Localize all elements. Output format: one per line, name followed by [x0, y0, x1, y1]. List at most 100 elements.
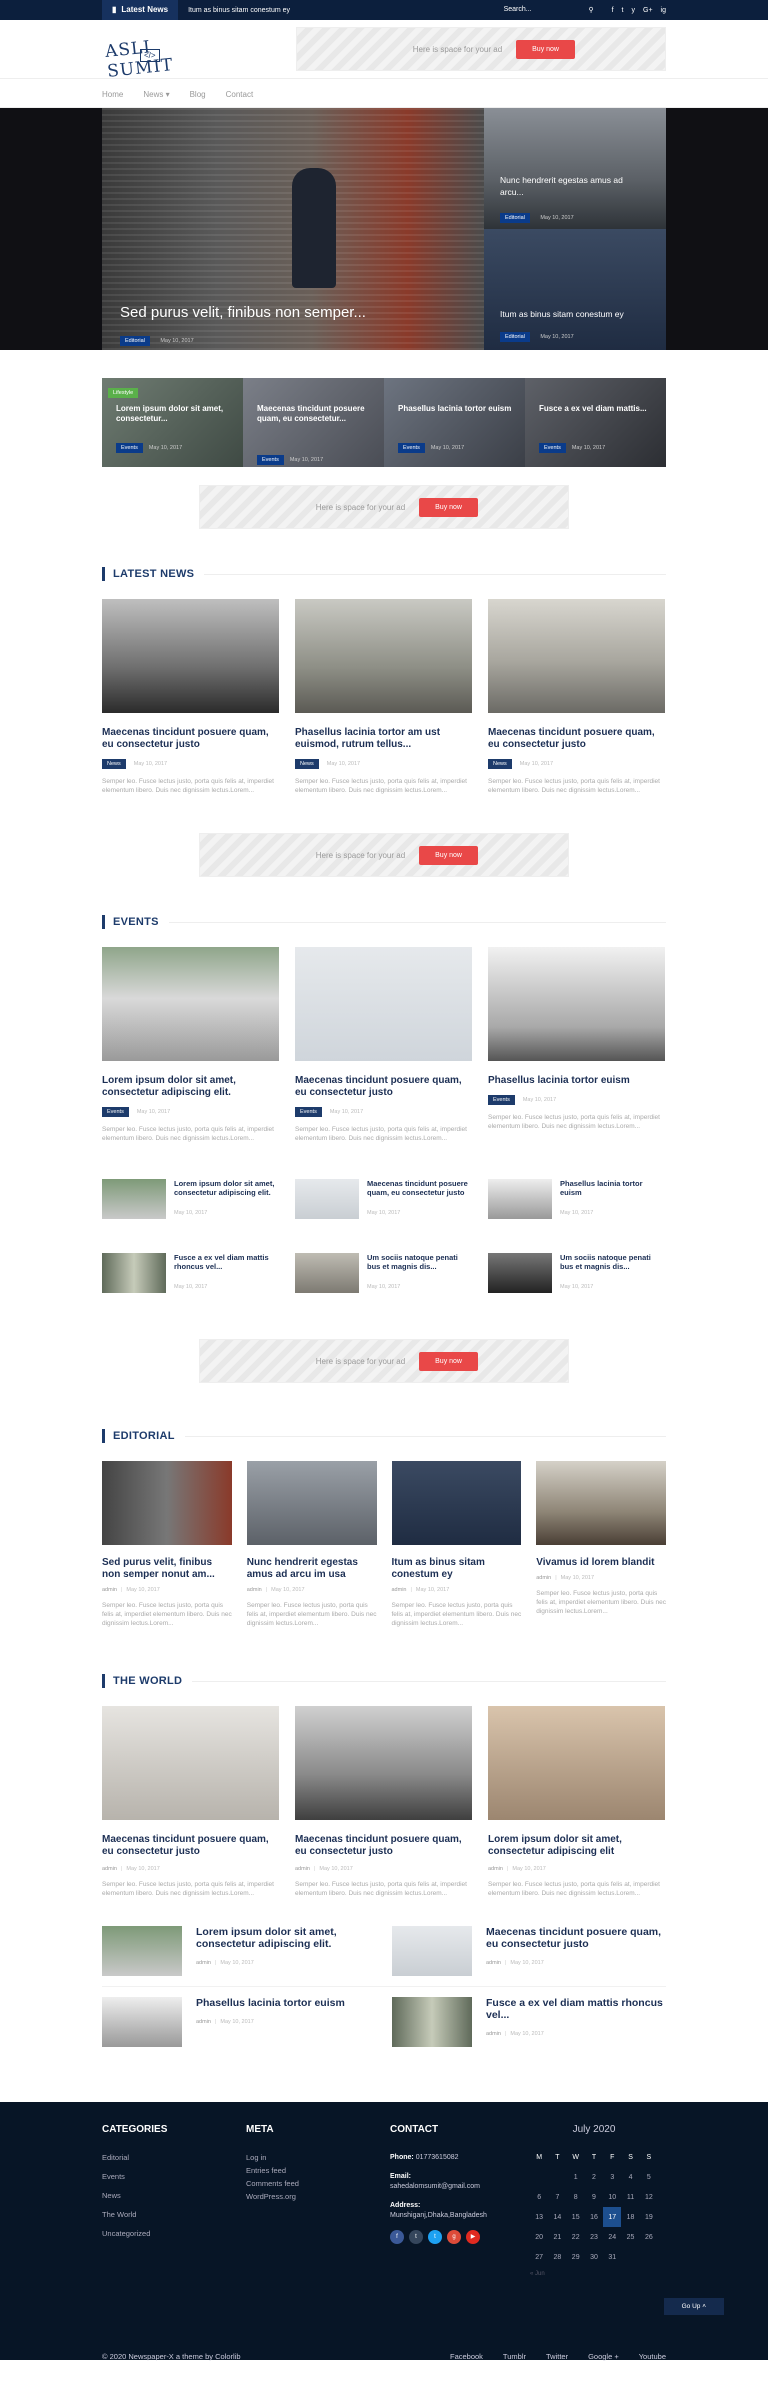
google-plus-icon[interactable]: g — [447, 2230, 461, 2244]
category-badge[interactable]: Editorial — [500, 332, 530, 342]
world-list-item[interactable]: Phasellus lacinia tortor euism admin | May … — [102, 1997, 376, 2047]
post-title[interactable]: Maecenas tincidunt posuere quam, eu cons… — [295, 1075, 472, 1099]
tumblr-link[interactable]: Tumblr — [503, 2352, 526, 2361]
world-list-item[interactable]: Fusce a ex vel diam mattis rhoncus vel..… — [392, 1997, 666, 2047]
category-badge[interactable]: Editorial — [120, 336, 150, 346]
search-icon[interactable]: ⚲ — [588, 6, 593, 14]
post-title[interactable]: Maecenas tincidunt posuere quam, eu cons… — [102, 727, 279, 751]
category-badge[interactable]: News — [295, 759, 319, 769]
post-thumbnail[interactable] — [102, 1926, 182, 1976]
post-title[interactable]: Sed purus velit, finibus non semper nonu… — [102, 1557, 232, 1581]
twitter-link[interactable]: Twitter — [546, 2352, 568, 2361]
post-image[interactable] — [536, 1461, 666, 1545]
category-badge[interactable]: Editorial — [500, 213, 530, 223]
post-thumbnail[interactable] — [102, 1253, 166, 1293]
world-card[interactable]: Maecenas tincidunt posuere quam, eu cons… — [102, 1706, 279, 1898]
category-link[interactable]: Editorial — [102, 2153, 246, 2162]
world-list-item[interactable]: Lorem ipsum dolor sit amet, consectetur … — [102, 1926, 376, 1976]
post-title[interactable]: Nunc hendrerit egestas amus ad arcu im u… — [247, 1557, 377, 1581]
post-thumbnail[interactable] — [392, 1997, 472, 2047]
small-post[interactable]: Um sociis natoque penati bus et magnis d… — [295, 1253, 472, 1293]
header-ad-banner[interactable]: Here is space for your ad Buy now — [296, 27, 666, 71]
post-image[interactable] — [295, 599, 472, 713]
post-title[interactable]: Lorem ipsum dolor sit amet, consectetur … — [102, 1075, 279, 1099]
google-plus-icon[interactable]: G+ — [643, 7, 653, 14]
post-image[interactable] — [488, 1706, 665, 1820]
meta-link[interactable]: Log in — [246, 2153, 390, 2162]
hero-side-post[interactable]: Nunc hendrerit egestas amus ad arcu... E… — [484, 108, 666, 229]
search-input[interactable]: Search... — [504, 6, 532, 14]
buy-now-button[interactable]: Buy now — [516, 39, 575, 59]
buy-now-button[interactable]: Buy now — [419, 497, 478, 517]
news-ticker[interactable]: Itum as binus sitam conestum ey — [188, 7, 504, 14]
strip-post[interactable]: Fusce a ex vel diam mattis... Events May … — [525, 378, 666, 467]
category-badge[interactable]: News — [488, 759, 512, 769]
event-card[interactable]: Phasellus lacinia tortor euism Events May… — [488, 947, 665, 1143]
post-title[interactable]: Maecenas tincidunt posuere quam, eu cons… — [295, 1834, 472, 1858]
post-thumbnail[interactable] — [488, 1253, 552, 1293]
post-title[interactable]: Maecenas tincidunt posuere quam, eu cons… — [102, 1834, 279, 1858]
category-badge[interactable]: Lifestyle — [108, 388, 139, 398]
phone-number[interactable]: 01773615082 — [416, 2154, 459, 2161]
facebook-link[interactable]: Facebook — [450, 2352, 483, 2361]
facebook-icon[interactable]: f — [390, 2230, 404, 2244]
post-image[interactable] — [102, 1706, 279, 1820]
post-thumbnail[interactable] — [295, 1253, 359, 1293]
nav-news[interactable]: News ▾ — [143, 90, 169, 99]
calendar-prev-link[interactable]: « Jun — [530, 2271, 658, 2277]
small-post[interactable]: Fusce a ex vel diam mattis rhoncus vel..… — [102, 1253, 279, 1293]
ad-banner[interactable]: Here is space for your ad Buy now — [199, 1339, 569, 1383]
buy-now-button[interactable]: Buy now — [419, 1351, 478, 1371]
post-thumbnail[interactable] — [102, 1179, 166, 1219]
meta-link[interactable]: Comments feed — [246, 2179, 390, 2188]
world-card[interactable]: Maecenas tincidunt posuere quam, eu cons… — [295, 1706, 472, 1898]
post-thumbnail[interactable] — [102, 1997, 182, 2047]
google-plus-link[interactable]: Google + — [588, 2352, 619, 2361]
world-card[interactable]: Lorem ipsum dolor sit amet, consectetur … — [488, 1706, 665, 1898]
small-post[interactable]: Lorem ipsum dolor sit amet, consectetur … — [102, 1179, 279, 1219]
category-link[interactable]: The World — [102, 2210, 246, 2219]
post-title[interactable]: Phasellus lacinia tortor am ust euismod,… — [295, 727, 472, 751]
post-image[interactable] — [295, 947, 472, 1061]
editorial-card[interactable]: Vivamus id lorem blandit admin | May 10, 2… — [536, 1461, 666, 1628]
post-image[interactable] — [488, 947, 665, 1061]
editorial-card[interactable]: Nunc hendrerit egestas amus ad arcu im u… — [246, 1461, 377, 1628]
post-title[interactable]: Lorem ipsum dolor sit amet, consectetur … — [488, 1834, 665, 1858]
news-card[interactable]: Maecenas tincidunt posuere quam, eu cons… — [102, 599, 279, 795]
post-title[interactable]: Phasellus lacinia tortor euism — [488, 1075, 665, 1087]
tumblr-icon[interactable]: t — [409, 2230, 423, 2244]
category-badge[interactable]: Events — [295, 1107, 322, 1117]
category-badge[interactable]: News — [102, 759, 126, 769]
post-image[interactable] — [102, 947, 279, 1061]
post-image[interactable] — [102, 1461, 232, 1545]
facebook-icon[interactable]: f — [612, 7, 614, 14]
post-image[interactable] — [102, 599, 279, 713]
nav-contact[interactable]: Contact — [226, 90, 254, 99]
hero-main-post[interactable]: Sed purus velit, finibus non semper... E… — [102, 108, 484, 350]
small-post[interactable]: Phasellus lacinia tortor euism May 10, 20… — [488, 1179, 665, 1219]
strip-post[interactable]: Lifestyle Lorem ipsum dolor sit amet, co… — [102, 378, 243, 467]
post-image[interactable] — [295, 1706, 472, 1820]
meta-link[interactable]: WordPress.org — [246, 2192, 390, 2201]
meta-link[interactable]: Entries feed — [246, 2166, 390, 2175]
calendar-today[interactable]: 17 — [603, 2207, 622, 2227]
post-title[interactable]: Maecenas tincidunt posuere quam, eu cons… — [488, 727, 665, 751]
hero-side-post[interactable]: Itum as binus sitam conestum ey Editoria… — [484, 229, 666, 350]
nav-home[interactable]: Home — [102, 90, 123, 99]
editorial-card[interactable]: Sed purus velit, finibus non semper nonu… — [102, 1461, 232, 1628]
tumblr-icon[interactable]: t — [622, 7, 624, 14]
post-image[interactable] — [391, 1461, 522, 1545]
instagram-icon[interactable]: ig — [661, 7, 666, 14]
post-thumbnail[interactable] — [392, 1926, 472, 1976]
twitter-icon[interactable]: y — [632, 7, 636, 14]
small-post[interactable]: Maecenas tincidunt posuere quam, eu cons… — [295, 1179, 472, 1219]
post-image[interactable] — [246, 1461, 377, 1545]
post-image[interactable] — [488, 599, 665, 713]
hero-main-title[interactable]: Sed purus velit, finibus non semper... — [120, 304, 366, 321]
post-thumbnail[interactable] — [488, 1179, 552, 1219]
buy-now-button[interactable]: Buy now — [419, 845, 478, 865]
search-form[interactable]: Search... ⚲ — [504, 6, 594, 14]
event-card[interactable]: Maecenas tincidunt posuere quam, eu cons… — [295, 947, 472, 1143]
twitter-icon[interactable]: t — [428, 2230, 442, 2244]
category-link[interactable]: Events — [102, 2172, 246, 2181]
